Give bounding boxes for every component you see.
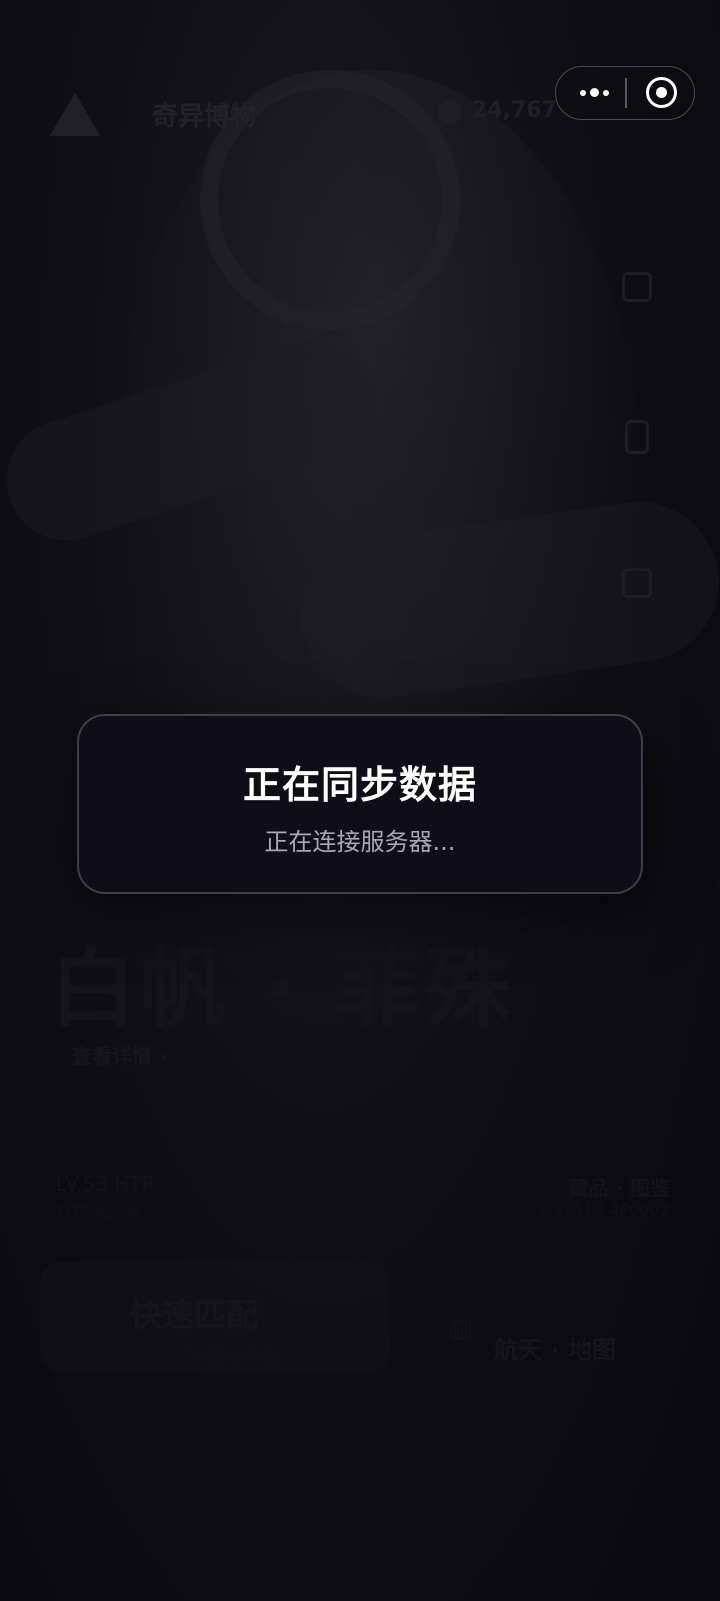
screen: ⛰ 奇异博物 24,767 白帆 · 菲殊 查看详情 › LV.53 HTP 已…: [0, 0, 720, 1601]
map-icon: ▥: [448, 1314, 473, 1344]
left-info-top: LV.53 HTP: [56, 1172, 154, 1196]
toast-message: 正在连接服务器...: [264, 828, 456, 856]
capsule-divider: [625, 78, 627, 108]
right-info-bottom: 1/4251 | 4P0002: [537, 1200, 670, 1219]
hero-title: 白帆 · 菲殊: [50, 939, 515, 1039]
left-info-bottom: 已获得56枚: [56, 1204, 141, 1223]
miniprogram-capsule: [555, 66, 695, 120]
toast-title: 正在同步数据: [242, 763, 477, 807]
map-card-label: 航天 · 地图: [494, 1336, 616, 1364]
balance-value: 24,767: [472, 98, 557, 123]
sync-toast: 正在同步数据 正在连接服务器...: [77, 714, 643, 894]
quick-match-title: 快速匹配: [130, 1296, 259, 1334]
coin-icon: [438, 100, 462, 124]
quick-match-subtitle: 每日可获得 X 奖励: [130, 1348, 280, 1369]
hero-detail-link: 查看详情 ›: [72, 1044, 168, 1068]
side-menu-icon: [622, 272, 652, 302]
app-name: 奇异博物: [152, 102, 257, 132]
app-logo-icon: ⛰: [48, 78, 102, 152]
more-dots-icon[interactable]: [574, 67, 614, 118]
right-info-top: 藏品 · 图鉴: [568, 1176, 670, 1200]
side-phone-icon: [625, 420, 649, 454]
target-circle-icon[interactable]: [646, 77, 677, 108]
side-box-icon: [622, 568, 652, 598]
